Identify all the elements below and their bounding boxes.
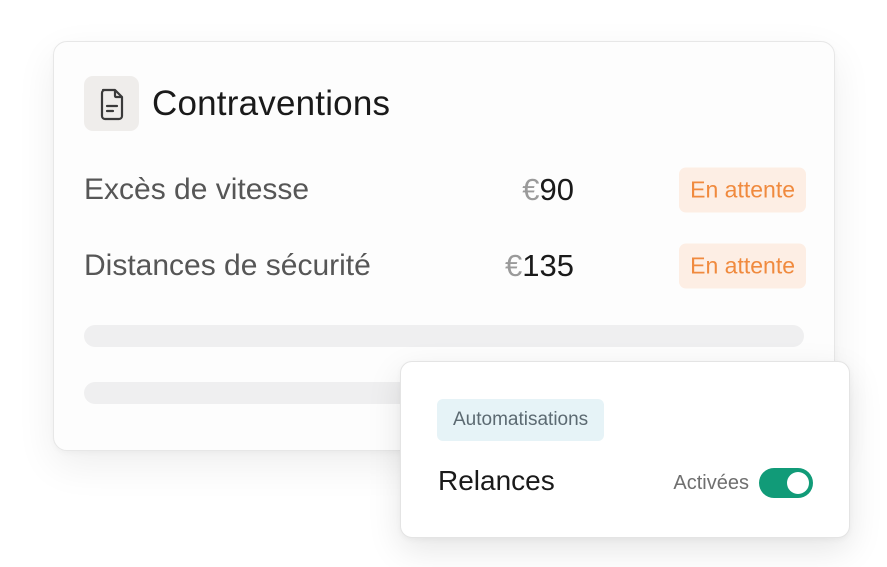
automation-tag: Automatisations [437,399,605,441]
fine-row-speeding[interactable]: Excès de vitesse €90 En attente [84,166,806,214]
fine-amount: €135 [505,248,574,284]
toggle-knob [787,472,809,494]
status-badge: En attente [679,167,806,213]
amount-value: 90 [539,172,574,207]
status-badge: En attente [679,243,806,289]
fine-row-safety-distance[interactable]: Distances de sécurité €135 En attente [84,242,806,290]
reminders-toggle[interactable] [759,468,813,498]
toggle-state-label: Activées [673,471,749,494]
currency-symbol: € [522,172,540,207]
card-header: Contraventions [84,76,390,131]
reminders-toggle-group: Activées [673,468,813,498]
skeleton-line [84,325,804,347]
fine-label: Distances de sécurité [84,249,371,282]
document-icon [84,76,139,131]
automation-card: Automatisations Relances Activées [400,361,850,538]
currency-symbol: € [505,248,523,283]
fine-amount: €90 [522,172,574,208]
fine-label: Excès de vitesse [84,173,310,206]
amount-value: 135 [522,248,574,283]
reminders-label: Relances [438,465,555,496]
card-title: Contraventions [152,83,391,123]
stage: Contraventions Excès de vitesse €90 En a… [0,0,887,567]
